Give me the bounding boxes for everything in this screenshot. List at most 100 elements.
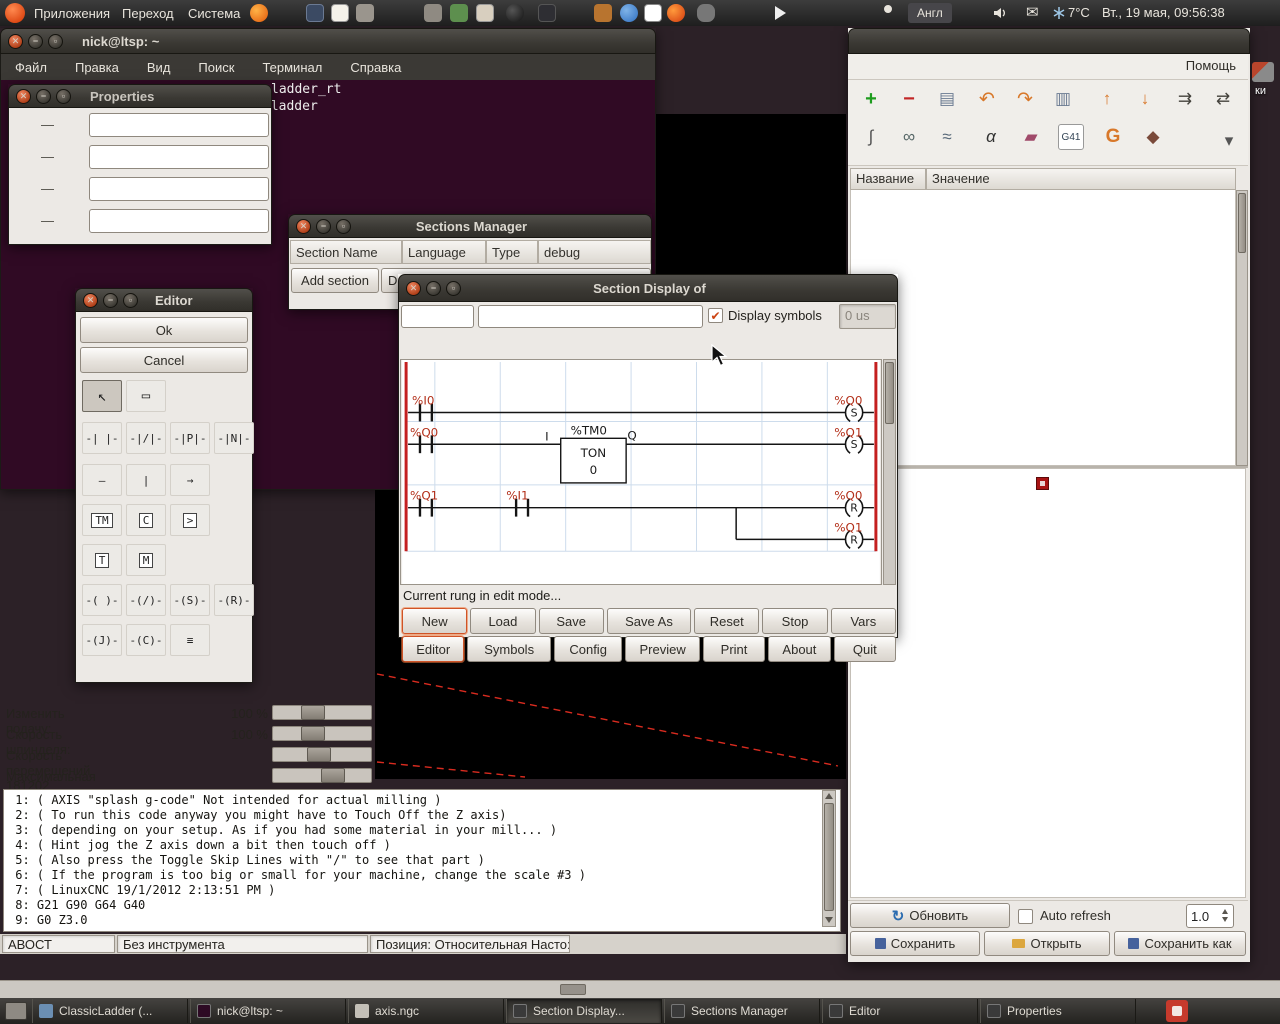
redo-icon[interactable]: ↷	[1012, 86, 1038, 112]
tool-timer-iec[interactable]: TM	[82, 504, 122, 536]
outdent-icon[interactable]: ⇄	[1210, 86, 1236, 112]
pointer-arrow-icon[interactable]	[775, 6, 786, 20]
menu-applications[interactable]: Приложения	[32, 3, 112, 24]
resize-handle[interactable]	[560, 984, 586, 995]
ladder-diagram[interactable]: %I0 %Q0 %Q0 %Q1 %Q1 %I1 %Q0 %Q1 %TM0 I Q…	[400, 359, 882, 585]
tool-monostable[interactable]: M	[126, 544, 166, 576]
menu-system[interactable]: Система	[186, 3, 242, 24]
undo-icon[interactable]: ↶	[974, 86, 1000, 112]
slider-handle[interactable]	[301, 726, 325, 741]
display-symbols-checkbox[interactable]: ✔	[708, 308, 723, 323]
alpha-zoom-icon[interactable]: α	[978, 124, 1004, 150]
tool-contact-rising[interactable]: -|P|-	[170, 422, 210, 454]
save-as-button[interactable]: Save As	[607, 608, 691, 634]
new-button[interactable]: New	[402, 608, 467, 634]
ladder-scrollbar[interactable]	[883, 359, 896, 585]
menu-edit[interactable]: Правка	[73, 57, 121, 78]
taskbar-item-sections-manager[interactable]: Sections Manager	[664, 999, 820, 1023]
volume-icon[interactable]	[992, 5, 1008, 21]
section-value-input[interactable]	[401, 305, 474, 328]
slider-handle[interactable]	[321, 768, 345, 783]
save-as-button[interactable]: Сохранить как	[1114, 931, 1246, 956]
users-tool-icon[interactable]	[424, 4, 442, 22]
maximize-icon[interactable]: ▫	[48, 34, 63, 49]
editor-titlebar[interactable]: ✕ − ▫ Editor	[75, 288, 253, 312]
minimize-icon[interactable]: −	[28, 34, 43, 49]
blue-app-icon[interactable]	[620, 4, 638, 22]
tool-counter[interactable]: C	[126, 504, 166, 536]
taskbar-item-terminal[interactable]: nick@ltsp: ~	[190, 999, 346, 1023]
print-button[interactable]: Print	[703, 636, 765, 662]
move-down-icon[interactable]: ↓	[1132, 86, 1158, 112]
quit-button[interactable]: Quit	[834, 636, 896, 662]
properties-titlebar[interactable]: ✕ − ▫ Properties	[8, 84, 272, 108]
tool-coil-not[interactable]: -(/)-	[126, 584, 166, 616]
taskbar-item-axis[interactable]: axis.ngc	[348, 999, 504, 1023]
tool-coil-call[interactable]: -(C)-	[126, 624, 166, 656]
tool-coil[interactable]: -( )-	[82, 584, 122, 616]
move-up-icon[interactable]: ↑	[1094, 86, 1120, 112]
terminal-titlebar[interactable]: ✕ − ▫ nick@ltsp: ~	[0, 28, 656, 54]
section-display-titlebar[interactable]: ✕ − ▫ Section Display of	[398, 274, 898, 302]
column-header-value[interactable]: Значение	[926, 168, 1236, 190]
device-icon[interactable]	[538, 4, 556, 22]
menu-search[interactable]: Поиск	[196, 57, 236, 78]
auto-refresh-checkbox[interactable]	[1018, 909, 1033, 924]
property-input-2[interactable]	[89, 145, 269, 169]
nodes-tool-icon[interactable]: ∞	[896, 124, 922, 150]
text-editor-icon[interactable]	[331, 4, 349, 22]
g41-compensation-icon[interactable]: G41	[1058, 124, 1084, 150]
minimize-icon[interactable]: −	[36, 89, 51, 104]
desktop-icon[interactable]	[1252, 62, 1274, 82]
maximize-icon[interactable]: ▫	[56, 89, 71, 104]
scroll-up-icon[interactable]	[825, 793, 833, 799]
mouse-app-icon[interactable]	[697, 4, 715, 22]
watch-scroll-thumb[interactable]	[1238, 193, 1246, 253]
tool-eraser[interactable]: ▭	[126, 380, 166, 412]
tool-contact-closed[interactable]: -|/|-	[126, 422, 166, 454]
temperature-label[interactable]: 7°C	[1068, 5, 1090, 20]
watch-scrollbar[interactable]	[1236, 190, 1248, 466]
column-header-debug[interactable]: debug	[538, 240, 651, 264]
indent-icon[interactable]: ⇉	[1172, 86, 1198, 112]
maximize-icon[interactable]: ▫	[446, 281, 461, 296]
remove-icon[interactable]: −	[896, 86, 922, 112]
column-header-type[interactable]: Type	[486, 240, 538, 264]
gcode-scroll-thumb[interactable]	[824, 803, 834, 911]
property-input-1[interactable]	[89, 113, 269, 137]
close-icon[interactable]: ✕	[8, 34, 23, 49]
watch-table-body[interactable]	[850, 190, 1236, 466]
editor-button[interactable]: Editor	[402, 636, 464, 662]
network-globe-icon[interactable]	[506, 4, 524, 22]
config-button[interactable]: Config	[554, 636, 622, 662]
ladder-scroll-thumb[interactable]	[885, 362, 894, 424]
vars-button[interactable]: Vars	[831, 608, 896, 634]
gcode-listing[interactable]: 1: ( AXIS "splash g-code" Not intended f…	[3, 789, 841, 932]
ok-button[interactable]: Ok	[80, 317, 248, 343]
watch-titlebar[interactable]	[848, 28, 1250, 54]
character-map-icon[interactable]	[644, 4, 662, 22]
tool-compare[interactable]: >	[170, 504, 210, 536]
tool-block[interactable]: ≡	[170, 624, 210, 656]
tool-pointer[interactable]: ↖	[82, 380, 122, 412]
help-buoy-icon[interactable]	[884, 5, 892, 13]
spindle-override-slider[interactable]	[272, 726, 372, 741]
wrench-icon[interactable]	[594, 4, 612, 22]
tool-hline[interactable]: —	[82, 464, 122, 496]
firefox-icon[interactable]	[250, 4, 268, 22]
slider-handle[interactable]	[307, 747, 331, 762]
keyboard-layout-indicator[interactable]: Англ	[908, 3, 952, 23]
close-icon[interactable]: ✕	[296, 219, 311, 234]
add-section-button[interactable]: Add section	[291, 268, 379, 293]
tray-app-icon[interactable]	[1166, 1000, 1188, 1022]
feed-override-slider[interactable]	[272, 705, 372, 720]
wave-tool-icon[interactable]: ≈	[934, 124, 960, 150]
reset-button[interactable]: Reset	[694, 608, 759, 634]
pencil-icon[interactable]: ▰	[1018, 124, 1044, 150]
taskbar-item-section-display[interactable]: Section Display...	[506, 999, 662, 1023]
taskbar-item-classicladder[interactable]: ClassicLadder (...	[32, 999, 188, 1023]
preview-button[interactable]: Preview	[625, 636, 699, 662]
admin-tool-icon[interactable]	[356, 4, 374, 22]
tool-icon[interactable]: ◆	[1140, 124, 1166, 150]
watch-lower-panel[interactable]	[850, 468, 1246, 898]
